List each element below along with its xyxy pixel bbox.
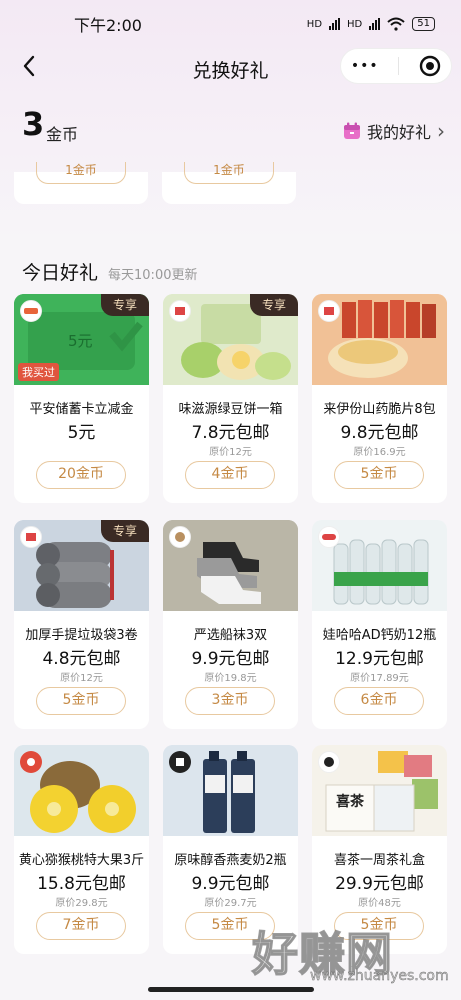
product-name: 味滋源绿豆饼一箱 — [178, 402, 283, 417]
product-image: 喜茶 — [312, 745, 447, 836]
original-price: 原价19.8元 — [204, 673, 257, 684]
redeem-button[interactable]: 5金币 — [36, 687, 126, 715]
heytea-box-text: 喜茶 — [336, 794, 364, 810]
status-bar: 下午2:00 HD HD 51 — [0, 0, 461, 48]
product-price: 7.8元包邮 — [191, 423, 270, 443]
yanxuan-logo — [169, 526, 191, 548]
original-price: 原价29.7元 — [204, 898, 257, 909]
signal-icon-2 — [369, 18, 381, 30]
home-indicator — [148, 987, 314, 992]
section-subtitle: 每天10:00更新 — [108, 268, 198, 283]
exclusive-badge: 专享 — [101, 294, 149, 316]
store-logo — [169, 300, 191, 322]
product-image: 专享 — [163, 294, 298, 385]
heytea-logo — [318, 751, 340, 773]
original-price: 原价48元 — [358, 898, 401, 909]
product-card[interactable]: 专享 味滋源绿豆饼一箱 7.8元包邮 原价12元 4金币 — [163, 294, 298, 503]
nav-bar: 兑换好礼 ••• — [0, 48, 461, 88]
product-card[interactable]: 专享 加厚手提垃圾袋3卷 4.8元包邮 原价12元 5金币 — [14, 520, 149, 729]
product-price: 9.8元包邮 — [340, 423, 419, 443]
partial-redeem-button[interactable]: 1金币 — [36, 162, 126, 184]
product-card[interactable]: 喜茶 喜茶一周茶礼盒 29.9元包邮 原价48元 5金币 — [312, 745, 447, 954]
product-image: 专享 — [14, 520, 149, 611]
redeem-button[interactable]: 5金币 — [185, 912, 275, 940]
network-label-1: HD — [306, 18, 323, 30]
product-price: 9.9元包邮 — [191, 874, 270, 894]
product-price: 4.8元包邮 — [42, 649, 121, 669]
product-name: 娃哈哈AD钙奶12瓶 — [322, 628, 437, 643]
status-time: 下午2:00 — [74, 16, 142, 35]
wifi-icon — [387, 17, 405, 31]
product-card[interactable]: 严选船袜3双 9.9元包邮 原价19.8元 3金币 — [163, 520, 298, 729]
product-price: 5元 — [67, 423, 96, 443]
coin-amount: 3 — [22, 105, 45, 143]
original-price: 原价17.89元 — [350, 673, 409, 684]
redeem-button[interactable]: 20金币 — [36, 461, 126, 489]
product-price: 29.9元包邮 — [335, 874, 424, 894]
product-image — [14, 745, 149, 836]
voucher-amount-text: 5元 — [68, 332, 93, 350]
product-name: 来伊份山药脆片8包 — [323, 402, 436, 417]
exclusive-badge: 专享 — [101, 520, 149, 542]
product-card[interactable]: 黄心猕猴桃特大果3斤 15.8元包邮 原价29.8元 7金币 — [14, 745, 149, 954]
product-image — [163, 745, 298, 836]
my-gifts-label: 我的好礼 — [366, 123, 431, 142]
exclusive-badge: 专享 — [250, 294, 298, 316]
status-icons: HD HD 51 — [307, 17, 435, 31]
signal-icon — [329, 18, 341, 30]
product-price: 12.9元包邮 — [335, 649, 424, 669]
redeem-button[interactable]: 5金币 — [334, 461, 424, 489]
more-icon[interactable]: ••• — [351, 58, 379, 74]
battery-icon: 51 — [412, 17, 435, 31]
product-name: 加厚手提垃圾袋3卷 — [25, 628, 138, 643]
product-image — [312, 520, 447, 611]
coin-balance-row: 3 金币 我的好礼 › — [0, 105, 461, 155]
redeem-button[interactable]: 4金币 — [185, 461, 275, 489]
redeem-button[interactable]: 7金币 — [36, 912, 126, 940]
product-name: 原味醇香燕麦奶2瓶 — [174, 853, 287, 868]
fruit-store-logo — [20, 751, 42, 773]
mini-program-capsule: ••• — [340, 48, 452, 84]
product-card[interactable]: 娃哈哈AD钙奶12瓶 12.9元包邮 原价17.89元 6金币 — [312, 520, 447, 729]
today-gifts-header: 今日好礼 每天10:00更新 — [22, 258, 197, 285]
gift-box-icon — [343, 122, 360, 139]
store-logo — [318, 300, 340, 322]
bought-before-tag: 我买过 — [18, 363, 59, 381]
partial-card: 1金币 — [162, 162, 296, 204]
original-price: 原价29.8元 — [55, 898, 108, 909]
wahaha-logo — [318, 526, 340, 548]
original-price: 原价12元 — [60, 673, 103, 684]
redeem-button[interactable]: 6金币 — [334, 687, 424, 715]
product-name: 黄心猕猴桃特大果3斤 — [18, 853, 145, 868]
capsule-divider — [398, 57, 400, 75]
original-price: 原价12元 — [209, 447, 252, 458]
network-label-2: HD — [347, 18, 363, 30]
product-price: 9.9元包邮 — [191, 649, 270, 669]
redeem-button[interactable]: 5金币 — [334, 912, 424, 940]
my-gifts-link[interactable]: 我的好礼 › — [343, 119, 445, 143]
product-card[interactable]: 原味醇香燕麦奶2瓶 9.9元包邮 原价29.7元 5金币 — [163, 745, 298, 954]
product-image — [312, 294, 447, 385]
section-title: 今日好礼 — [22, 262, 99, 284]
watermark-url: www.zhuanyes.com — [310, 968, 449, 984]
target-icon[interactable] — [419, 55, 441, 77]
store-logo — [20, 526, 42, 548]
redeem-button[interactable]: 3金币 — [185, 687, 275, 715]
product-image: 5元 专享 我买过 — [14, 294, 149, 385]
product-image — [163, 520, 298, 611]
product-price: 15.8元包邮 — [37, 874, 126, 894]
coin-unit: 金币 — [46, 125, 79, 144]
ping-an-logo — [20, 300, 42, 322]
oat-brand-logo — [169, 751, 191, 773]
original-price: 原价16.9元 — [353, 447, 406, 458]
product-card[interactable]: 来伊份山药脆片8包 9.8元包邮 原价16.9元 5金币 — [312, 294, 447, 503]
product-name: 喜茶一周茶礼盒 — [333, 853, 425, 868]
chevron-right-icon: › — [437, 119, 445, 143]
product-name: 平安储蓄卡立减金 — [29, 402, 134, 417]
product-name: 严选船袜3双 — [193, 628, 268, 643]
partial-redeem-button[interactable]: 1金币 — [184, 162, 274, 184]
partial-card: 1金币 — [14, 162, 148, 204]
product-card[interactable]: 5元 专享 我买过 平安储蓄卡立减金 5元 20金币 — [14, 294, 149, 503]
